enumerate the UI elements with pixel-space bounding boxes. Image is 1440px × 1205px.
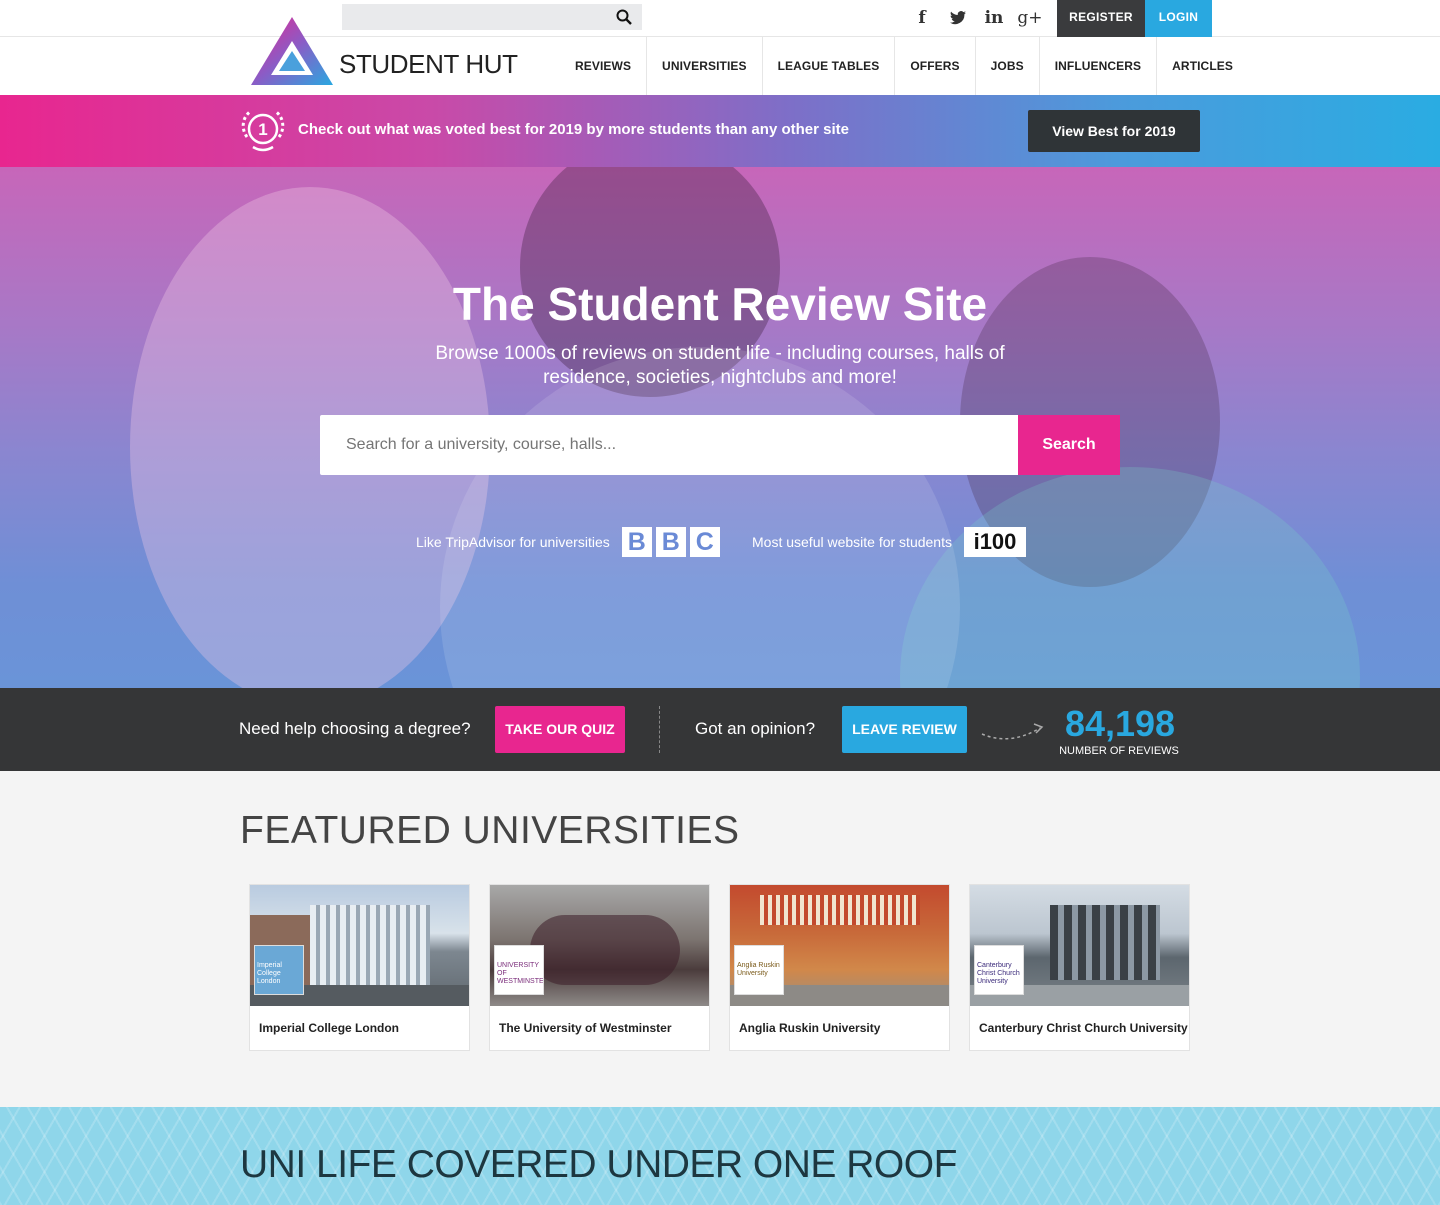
university-card[interactable]: Anglia Ruskin University Anglia Ruskin U…: [729, 884, 950, 1051]
review-count: 84,198: [1064, 703, 1176, 744]
hero-subtitle: Browse 1000s of reviews on student life …: [435, 343, 1005, 388]
press-quote-text: Most useful website for students: [752, 534, 952, 550]
award-badge-icon: 1: [241, 109, 285, 152]
promo-text: Check out what was voted best for 2019 b…: [298, 121, 849, 138]
nav-articles[interactable]: ARTICLES: [1157, 37, 1248, 95]
arrow-icon: [981, 723, 1044, 740]
view-best-button[interactable]: View Best for 2019: [1028, 110, 1200, 152]
hero-search-input[interactable]: [320, 415, 1020, 475]
featured-heading: FEATURED UNIVERSITIES: [240, 809, 740, 852]
hero-title: The Student Review Site: [452, 278, 988, 330]
university-card[interactable]: Imperial College London Imperial College…: [249, 884, 470, 1051]
badge-number: 1: [258, 120, 267, 139]
opinion-question: Got an opinion?: [695, 719, 816, 738]
university-name: Canterbury Christ Church University: [979, 1021, 1188, 1035]
press-quote-i100: Most useful website for students i100: [752, 527, 1026, 557]
student-hut-logo-icon[interactable]: [251, 17, 333, 87]
nav-influencers[interactable]: INFLUENCERS: [1040, 37, 1158, 95]
university-logo: Imperial College London: [254, 945, 304, 995]
main-nav: REVIEWS UNIVERSITIES LEAGUE TABLES OFFER…: [560, 37, 1248, 95]
university-card[interactable]: UNIVERSITY OF WESTMINSTER The University…: [489, 884, 710, 1051]
divider: [659, 706, 660, 753]
top-search-input[interactable]: [342, 4, 612, 30]
brand-name[interactable]: STUDENT HUT: [339, 49, 518, 80]
social-links: f in g+: [904, 8, 1048, 28]
nav-reviews[interactable]: REVIEWS: [560, 37, 648, 95]
uni-life-heading: UNI LIFE COVERED UNDER ONE ROOF: [240, 1143, 957, 1186]
promo-banner: 1 Check out what was voted best for 2019…: [0, 95, 1440, 167]
university-logo: UNIVERSITY OF WESTMINSTER: [494, 945, 544, 995]
university-logo: Canterbury Christ Church University: [974, 945, 1024, 995]
university-card[interactable]: Canterbury Christ Church University Cant…: [969, 884, 1190, 1051]
page: f in g+ REGISTER LOGIN STUDENT HUT REVIE…: [0, 0, 1440, 1205]
nav-offers[interactable]: OFFERS: [895, 37, 976, 95]
search-icon[interactable]: [616, 9, 632, 25]
top-search[interactable]: [342, 4, 642, 30]
nav-league-tables[interactable]: LEAGUE TABLES: [763, 37, 896, 95]
university-name: The University of Westminster: [499, 1021, 672, 1035]
university-logo: Anglia Ruskin University: [734, 945, 784, 995]
nav-jobs[interactable]: JOBS: [976, 37, 1040, 95]
hero-section: The Student Review Site Browse 1000s of …: [0, 167, 1440, 688]
google-plus-icon[interactable]: g+: [1012, 8, 1048, 28]
university-name: Imperial College London: [259, 1021, 400, 1035]
cta-strip: Need help choosing a degree? TAKE OUR QU…: [0, 688, 1440, 771]
linkedin-icon[interactable]: in: [976, 8, 1012, 28]
press-quote-text: Like TripAdvisor for universities: [416, 534, 610, 550]
hero-search-box[interactable]: [320, 415, 1020, 475]
hero-photo-figure: [900, 467, 1360, 688]
leave-review-button[interactable]: LEAVE REVIEW: [842, 706, 967, 753]
i100-logo: i100: [964, 527, 1026, 557]
degree-question: Need help choosing a degree?: [239, 719, 471, 738]
university-name: Anglia Ruskin University: [739, 1021, 881, 1035]
press-quote-bbc: Like TripAdvisor for universities BBC: [416, 527, 720, 557]
uni-life-section: UNI LIFE COVERED UNDER ONE ROOF: [0, 1107, 1440, 1205]
facebook-icon[interactable]: f: [904, 8, 940, 28]
top-utility-bar: f in g+ REGISTER LOGIN: [0, 0, 1440, 37]
nav-universities[interactable]: UNIVERSITIES: [647, 37, 763, 95]
hero-photo-figure: [440, 347, 960, 688]
featured-universities: FEATURED UNIVERSITIES Imperial College L…: [0, 771, 1440, 1107]
bbc-logo: BBC: [621, 527, 720, 557]
twitter-icon[interactable]: [940, 8, 976, 28]
take-quiz-button[interactable]: TAKE OUR QUIZ: [495, 706, 625, 753]
hero-search-button[interactable]: Search: [1018, 415, 1120, 475]
login-button[interactable]: LOGIN: [1145, 0, 1212, 37]
review-count-label: NUMBER OF REVIEWS: [1059, 745, 1179, 757]
register-button[interactable]: REGISTER: [1057, 0, 1145, 37]
